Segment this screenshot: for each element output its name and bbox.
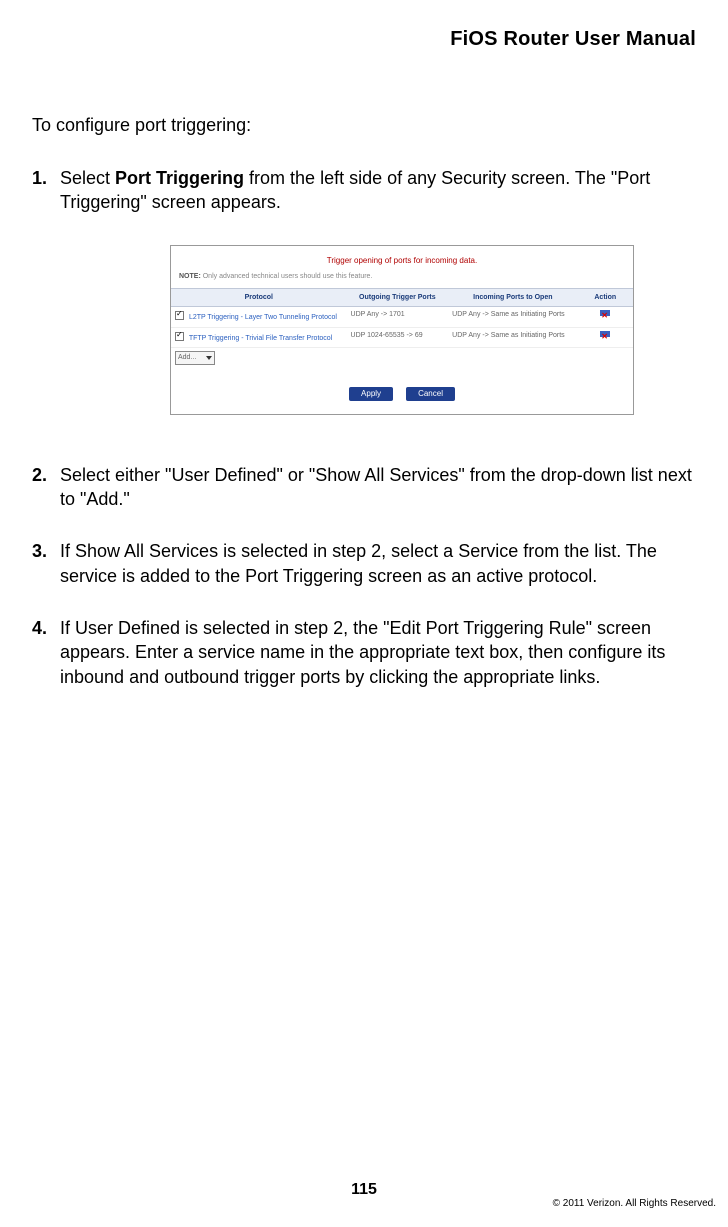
cell-incoming: UDP Any -> Same as Initiating Ports <box>448 307 577 327</box>
cell-incoming: UDP Any -> Same as Initiating Ports <box>448 327 577 347</box>
cell-outgoing: UDP 1024-65535 -> 69 <box>347 327 449 347</box>
checkbox-icon[interactable] <box>175 311 184 320</box>
step-1-pre: Select <box>60 168 115 188</box>
figure-note-text: Only advanced technical users should use… <box>203 273 373 280</box>
col-incoming: Incoming Ports to Open <box>448 288 577 306</box>
intro-text: To configure port triggering: <box>32 115 696 136</box>
chevron-down-icon <box>206 356 212 360</box>
cell-action <box>578 307 633 327</box>
figure-note-label: NOTE: <box>179 273 201 280</box>
step-2: Select either "User Defined" or "Show Al… <box>32 463 696 512</box>
step-1: Select Port Triggering from the left sid… <box>32 166 696 415</box>
protocol-link[interactable]: TFTP Triggering - Trivial File Transfer … <box>189 335 332 342</box>
col-action: Action <box>578 288 633 306</box>
table-row: TFTP Triggering - Trivial File Transfer … <box>171 327 633 347</box>
figure-caption: Trigger opening of ports for incoming da… <box>171 246 633 273</box>
add-dropdown[interactable]: Add... <box>175 351 215 364</box>
port-triggering-screenshot: Trigger opening of ports for incoming da… <box>170 245 634 415</box>
step-3: If Show All Services is selected in step… <box>32 539 696 588</box>
table-row: L2TP Triggering - Layer Two Tunneling Pr… <box>171 307 633 327</box>
add-dropdown-label: Add... <box>178 353 196 362</box>
cancel-button[interactable]: Cancel <box>406 387 455 402</box>
step-1-bold: Port Triggering <box>115 168 244 188</box>
page-number: 115 <box>0 1181 728 1199</box>
col-outgoing: Outgoing Trigger Ports <box>347 288 449 306</box>
checkbox-icon[interactable] <box>175 332 184 341</box>
figure-table: Protocol Outgoing Trigger Ports Incoming… <box>171 288 633 368</box>
step-4: If User Defined is selected in step 2, t… <box>32 616 696 689</box>
col-protocol: Protocol <box>171 288 347 306</box>
steps-list: Select Port Triggering from the left sid… <box>32 166 696 689</box>
protocol-link[interactable]: L2TP Triggering - Layer Two Tunneling Pr… <box>189 314 337 321</box>
delete-icon[interactable] <box>600 331 610 341</box>
copyright-text: © 2011 Verizon. All Rights Reserved. <box>553 1198 716 1209</box>
figure-button-row: Apply Cancel <box>171 368 633 414</box>
apply-button[interactable]: Apply <box>349 387 393 402</box>
cell-action <box>578 327 633 347</box>
figure-note: NOTE: Only advanced technical users shou… <box>171 272 633 287</box>
page-content: To configure port triggering: Select Por… <box>32 115 696 717</box>
table-header-row: Protocol Outgoing Trigger Ports Incoming… <box>171 288 633 306</box>
cell-outgoing: UDP Any -> 1701 <box>347 307 449 327</box>
table-add-row: Add... <box>171 348 633 368</box>
page-header-title: FiOS Router User Manual <box>450 28 696 51</box>
delete-icon[interactable] <box>600 310 610 320</box>
